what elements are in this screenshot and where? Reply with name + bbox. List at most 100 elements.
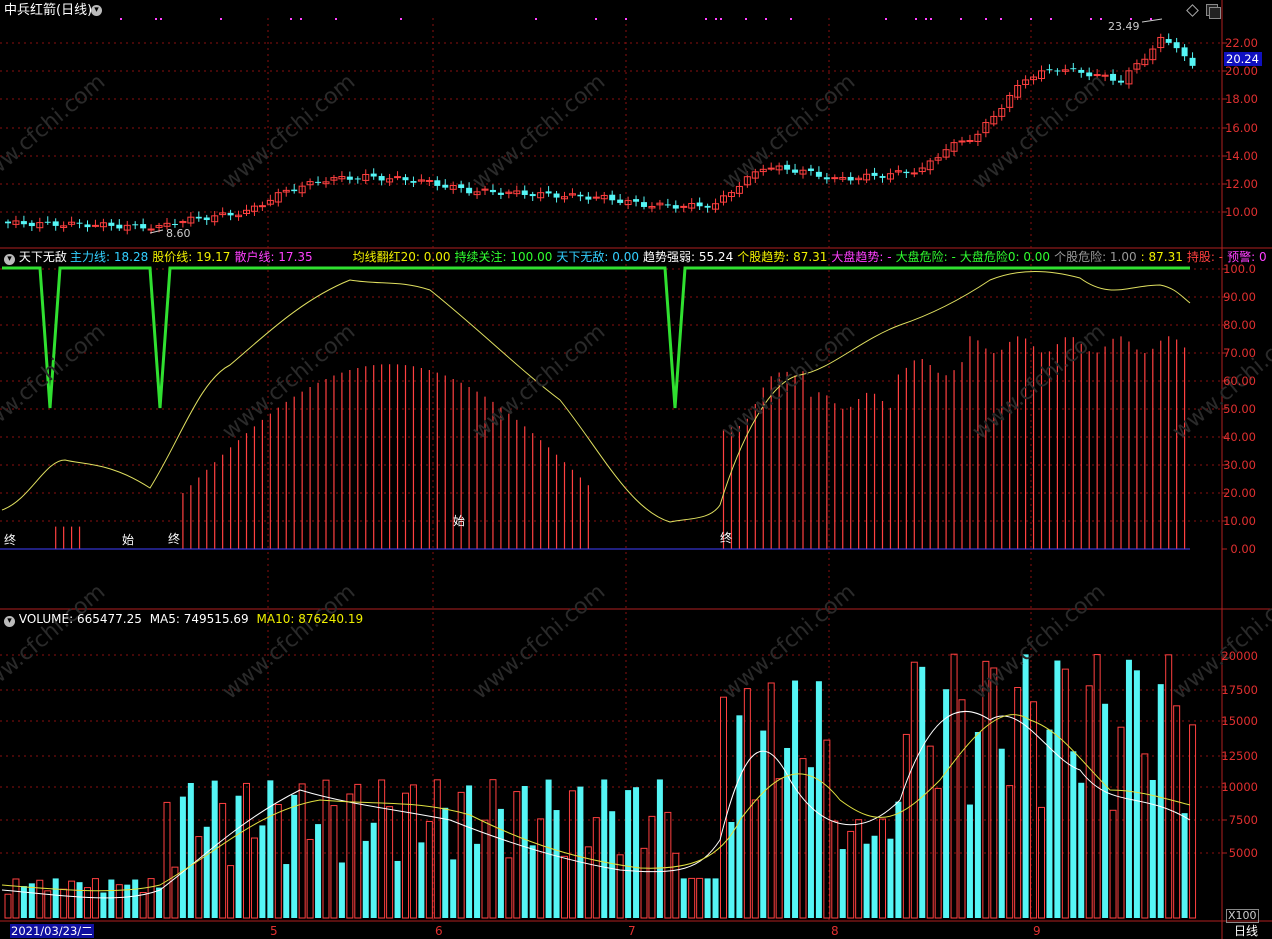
volume-unit: X100 xyxy=(1226,909,1259,923)
candle-down xyxy=(1189,57,1196,66)
candle-down xyxy=(815,171,822,177)
indicator-item: 个股危险: 1.00 xyxy=(1054,250,1137,264)
volume-bar-up xyxy=(958,699,966,919)
volume-bar-up xyxy=(274,803,282,919)
candle-down xyxy=(346,176,353,180)
volume-bar-up xyxy=(513,791,521,919)
signal-dot xyxy=(300,18,302,20)
candle-down xyxy=(577,194,584,197)
stock-name: 中兵红箭 xyxy=(4,3,57,18)
candle-down xyxy=(20,221,27,225)
month-label: 9 xyxy=(1033,924,1041,938)
price-tick: 14.00 xyxy=(1225,149,1258,163)
volume-bar-down xyxy=(156,887,163,918)
candle-down xyxy=(1165,39,1172,43)
volume-bar-down xyxy=(704,878,711,918)
signal-dot xyxy=(335,18,337,20)
candle-down xyxy=(641,202,647,207)
indicator-tick: 70.00 xyxy=(1223,346,1256,360)
volume-bar-up xyxy=(219,802,227,919)
candle-down xyxy=(116,224,123,229)
candle-down xyxy=(1054,70,1061,72)
volume-bar-down xyxy=(20,886,27,918)
date-cursor-label: 2021/03/23/二 xyxy=(10,924,94,938)
volume-bar-down xyxy=(394,860,401,918)
indicator-item-value: 87.31 xyxy=(789,250,828,264)
indicator-item-label: 天下无敌: xyxy=(556,250,609,264)
indicator-item: 均线翻红20: 0.00 xyxy=(353,250,451,264)
volume-bar-down xyxy=(108,879,115,918)
volume-bar-down xyxy=(132,879,139,918)
signal-dot xyxy=(625,18,627,20)
candle-down xyxy=(171,223,178,225)
volume-bar-up xyxy=(250,837,258,919)
volume-tick: 15000 xyxy=(1221,714,1258,728)
volume-bar-up xyxy=(330,805,338,919)
signal-mark-start: 始 xyxy=(122,533,135,547)
volume-bar-down xyxy=(1022,654,1029,918)
volume-bar-up xyxy=(147,878,155,919)
indicator-item-label: 股价线: xyxy=(152,250,193,264)
volume-bar-up xyxy=(1109,809,1117,919)
candle-down xyxy=(410,181,417,183)
indicator-tick: 30.00 xyxy=(1223,458,1256,472)
volume-bar-down xyxy=(633,787,640,918)
price-tick: 20.00 xyxy=(1225,64,1258,78)
indicator-item-label: 均线翻红20: xyxy=(352,250,420,264)
signal-mark-end: 终 xyxy=(720,531,733,545)
volume-bar-up xyxy=(139,892,147,919)
signal-dot xyxy=(400,18,402,20)
candle-down xyxy=(696,202,703,207)
chevron-down-icon[interactable]: ▾ xyxy=(4,616,15,627)
candle-up xyxy=(680,205,688,208)
candle-down xyxy=(792,169,799,173)
candle-down xyxy=(903,171,910,174)
candle-up xyxy=(394,176,402,179)
candle-up xyxy=(767,167,775,170)
volume-bar-up xyxy=(648,815,656,919)
candle-down xyxy=(84,224,91,228)
volume-bar-down xyxy=(895,801,902,918)
indicator-item-label: 个股危险: xyxy=(1054,250,1107,264)
indicator-item-value: 87.31 xyxy=(1144,250,1183,264)
stock-chart-canvas[interactable]: www.cfchi.com www.cfchi.com www.cfchi.com w… xyxy=(0,0,1272,939)
candle-down xyxy=(466,187,473,194)
high-price-marker: 23.49 xyxy=(1108,20,1140,33)
volume-bar-down xyxy=(919,666,926,918)
signal-dot xyxy=(765,18,767,20)
volume-tick: 5000 xyxy=(1228,846,1258,860)
volume-bar-up xyxy=(243,782,250,919)
volume-bar-down xyxy=(100,892,107,918)
window-button-2[interactable] xyxy=(1209,7,1221,19)
volume-bar-up xyxy=(561,855,568,919)
volume-bar-down xyxy=(497,808,504,918)
signal-dot xyxy=(160,18,162,20)
candle-up xyxy=(831,177,839,180)
volume-bar-down xyxy=(943,689,950,918)
volume-bar-up xyxy=(115,884,123,919)
volume-bar-up xyxy=(879,818,886,919)
indicator-tick: 60.00 xyxy=(1223,374,1256,388)
indicator-name: 天下无敌 xyxy=(18,250,67,264)
period-selector[interactable]: 日线 xyxy=(1234,924,1258,938)
volume-bar-down xyxy=(553,810,560,918)
volume-tick: 7500 xyxy=(1228,813,1258,827)
volume-bar-down xyxy=(966,804,973,918)
chevron-down-icon[interactable]: ▾ xyxy=(91,5,102,16)
candle-down xyxy=(315,181,322,183)
volume-value: 665477.25 xyxy=(76,612,142,626)
price-tick: 22.00 xyxy=(1225,36,1258,50)
indicator-item: 持股: - xyxy=(1187,250,1223,264)
volume-bar-down xyxy=(370,822,377,918)
volume-bar-up xyxy=(1165,654,1173,919)
indicator-item-label: 散户线: xyxy=(234,250,275,264)
volume-tick: 10000 xyxy=(1221,780,1258,794)
watermark-text: www.cfchi.com xyxy=(468,319,610,444)
volume-bar-up xyxy=(489,779,497,919)
chevron-down-icon[interactable]: ▾ xyxy=(4,254,15,265)
volume-bar-up xyxy=(386,806,394,919)
volume-bar-up xyxy=(425,820,433,919)
indicator-item-value: 0.00 xyxy=(419,250,451,264)
watermark-text: www.cfchi.com xyxy=(218,579,360,704)
volume-bar-up xyxy=(1093,654,1101,919)
